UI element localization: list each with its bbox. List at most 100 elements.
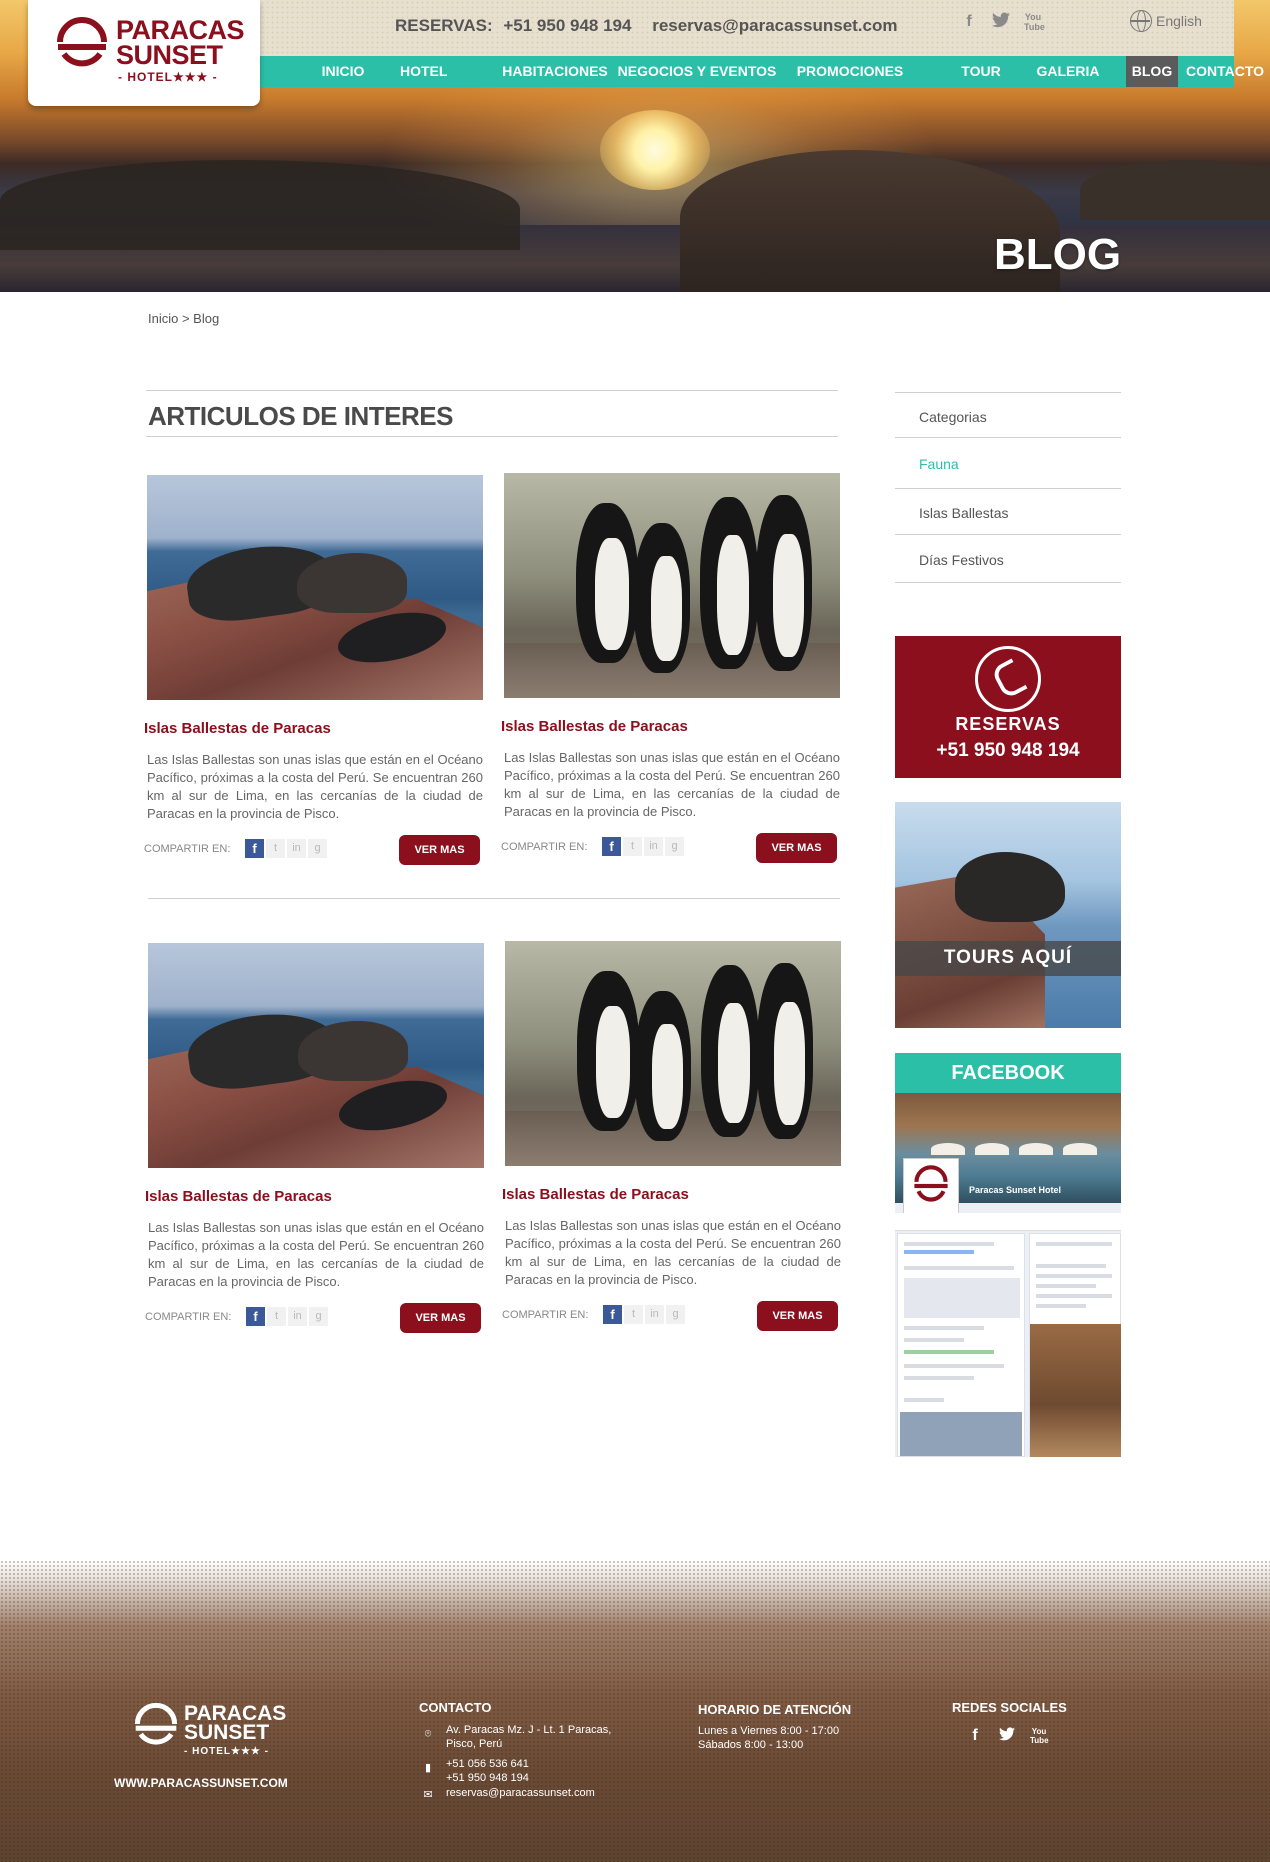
category-dias-festivos[interactable]: Días Festivos <box>895 535 1121 583</box>
globe-icon <box>1130 10 1152 32</box>
footer-address: Av. Paracas Mz. J - Lt. 1 Paracas, <box>446 1724 612 1736</box>
google-plus-icon[interactable]: g <box>666 1305 685 1324</box>
article-image[interactable] <box>148 943 484 1168</box>
rock <box>1080 160 1270 220</box>
article-title[interactable]: Islas Ballestas de Paracas <box>501 718 688 735</box>
breadcrumb[interactable]: Inicio > Blog <box>148 311 219 326</box>
ver-mas-button[interactable]: VER MAS <box>757 1301 838 1331</box>
tours-band: TOURS AQUÍ <box>895 941 1121 976</box>
google-plus-icon[interactable]: g <box>308 839 327 858</box>
nav-item-negocios-y-eventos[interactable]: NEGOCIOS Y EVENTOS <box>605 56 789 87</box>
tours-banner[interactable]: TOURS AQUÍ <box>895 802 1121 1028</box>
facebook-icon[interactable]: f <box>602 837 621 856</box>
twitter-icon[interactable]: t <box>266 839 285 858</box>
share-icons: f t in g <box>603 1305 685 1324</box>
footer-phone[interactable]: +51 056 536 641 <box>446 1757 529 1771</box>
article-excerpt: Las Islas Ballestas son unas islas que e… <box>504 750 840 819</box>
linkedin-icon[interactable]: in <box>644 837 663 856</box>
nav-item-tour[interactable]: TOUR <box>958 56 1004 87</box>
language-switcher[interactable]: English <box>1130 10 1202 32</box>
header-social: f You Tube <box>960 12 1045 32</box>
article-card: Islas Ballestas de Paracas Las Islas Ball… <box>144 475 483 867</box>
facebook-icon[interactable]: f <box>966 1727 984 1745</box>
footer-hours: Lunes a Viernes 8:00 - 17:00 <box>698 1725 840 1737</box>
section-header: ARTICULOS DE INTERES <box>146 390 838 437</box>
facebook-info-column <box>897 1233 1025 1457</box>
divider <box>148 898 840 899</box>
phone-icon <box>975 646 1041 712</box>
header-email[interactable]: reservas@paracassunset.com <box>652 16 897 35</box>
facebook-title: FACEBOOK <box>895 1053 1121 1093</box>
nav-item-inicio[interactable]: INICIO <box>320 56 366 87</box>
article-image[interactable] <box>505 941 841 1166</box>
nav-item-blog[interactable]: BLOG <box>1126 56 1178 87</box>
footer-address: Pisco, Perú <box>446 1738 503 1750</box>
facebook-icon[interactable]: f <box>245 839 264 858</box>
header-phone[interactable]: +51 950 948 194 <box>503 16 631 35</box>
article-title[interactable]: Islas Ballestas de Paracas <box>502 1186 689 1203</box>
share-label: COMPARTIR EN: <box>502 1309 589 1321</box>
twitter-icon[interactable] <box>998 1727 1016 1745</box>
article-excerpt: Las Islas Ballestas son unas islas que e… <box>505 1218 841 1287</box>
section-title: ARTICULOS DE INTERES <box>148 401 453 431</box>
mail-icon: ✉ <box>423 1789 433 1801</box>
linkedin-icon[interactable]: in <box>287 839 306 858</box>
category-fauna[interactable]: Fauna <box>895 438 1121 489</box>
nav-item-hotel[interactable]: HOTEL <box>400 56 447 87</box>
article-image[interactable] <box>504 473 840 698</box>
share-label: COMPARTIR EN: <box>144 843 231 855</box>
facebook-widget[interactable]: FACEBOOK Paracas Sunset Hotel <box>895 1053 1121 1457</box>
share-label: COMPARTIR EN: <box>145 1311 232 1323</box>
facebook-avatar <box>903 1158 959 1214</box>
nav-item-galeria[interactable]: GALERIA <box>1030 56 1106 87</box>
youtube-icon[interactable]: You Tube <box>1030 1727 1049 1745</box>
reservas-label: RESERVAS: <box>395 16 493 35</box>
google-plus-icon[interactable]: g <box>665 837 684 856</box>
footer-email[interactable]: reservas@paracassunset.com <box>446 1786 595 1800</box>
article-image[interactable] <box>147 475 483 700</box>
footer-social-title: REDES SOCIALES <box>952 1700 1067 1715</box>
main-nav: INICIO HOTEL HABITACIONES NEGOCIOS Y EVENTO… <box>260 56 1264 87</box>
ver-mas-button[interactable]: VER MAS <box>399 835 480 865</box>
facebook-icon[interactable]: f <box>246 1307 265 1326</box>
twitter-icon[interactable] <box>992 12 1010 32</box>
logo-text: SUNSET <box>116 40 223 70</box>
footer-website[interactable]: WWW.PARACASSUNSET.COM <box>114 1776 288 1790</box>
reservas-banner[interactable]: RESERVAS +51 950 948 194 <box>895 636 1121 778</box>
logo[interactable]: PARACAS SUNSET - HOTEL★★★ - <box>28 0 260 106</box>
footer-logo-subtitle: - HOTEL★★★ - <box>184 1746 269 1757</box>
phone-icon: ▮ <box>424 1762 432 1774</box>
footer-hours: Sábados 8:00 - 13:00 <box>698 1739 804 1751</box>
linkedin-icon[interactable]: in <box>645 1305 664 1324</box>
article-title[interactable]: Islas Ballestas de Paracas <box>145 1188 332 1205</box>
sea-lion-image <box>955 852 1065 922</box>
footer-logo-icon <box>134 1702 178 1745</box>
category-islas-ballestas[interactable]: Islas Ballestas <box>895 489 1121 535</box>
facebook-icon[interactable]: f <box>603 1305 622 1324</box>
youtube-icon[interactable]: You Tube <box>1024 12 1045 32</box>
page-hero-title: BLOG <box>994 230 1122 279</box>
article-card: Islas Ballestas de Paracas Las Islas Ball… <box>145 943 484 1335</box>
article-card: Islas Ballestas de Paracas Las Islas Ball… <box>502 941 841 1333</box>
article-excerpt: Las Islas Ballestas son unas islas que e… <box>147 752 483 821</box>
facebook-icon[interactable]: f <box>960 12 978 32</box>
linkedin-icon[interactable]: in <box>288 1307 307 1326</box>
ver-mas-button[interactable]: VER MAS <box>756 833 837 863</box>
nav-item-promociones[interactable]: PROMOCIONES <box>782 56 918 87</box>
twitter-icon[interactable]: t <box>267 1307 286 1326</box>
tours-label: TOURS AQUÍ <box>943 947 1073 968</box>
twitter-icon[interactable]: t <box>623 837 642 856</box>
categories-title: Categorias <box>895 392 1121 438</box>
google-plus-icon[interactable]: g <box>309 1307 328 1326</box>
footer-logo-text: SUNSET <box>184 1721 270 1744</box>
share-icons: f t in g <box>602 837 684 856</box>
sun <box>600 110 710 190</box>
nav-item-contacto[interactable]: CONTACTO <box>1184 56 1266 87</box>
footer-contact-title: CONTACTO <box>419 1700 492 1715</box>
article-excerpt: Las Islas Ballestas son unas islas que e… <box>148 1220 484 1289</box>
ver-mas-button[interactable]: VER MAS <box>400 1303 481 1333</box>
article-title[interactable]: Islas Ballestas de Paracas <box>144 720 331 737</box>
share-icons: f t in g <box>246 1307 328 1326</box>
footer-phone[interactable]: +51 950 948 194 <box>446 1771 529 1785</box>
twitter-icon[interactable]: t <box>624 1305 643 1324</box>
